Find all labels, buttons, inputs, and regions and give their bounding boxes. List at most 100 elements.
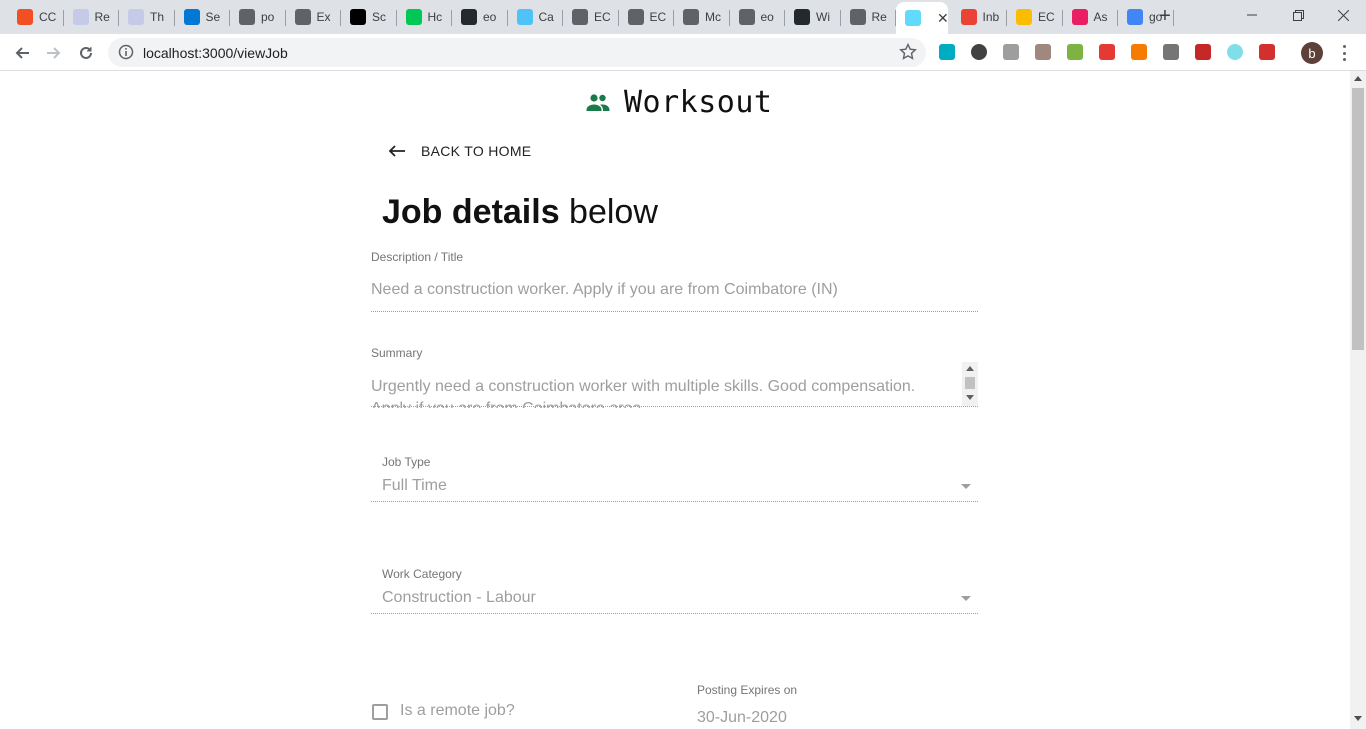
tab-active[interactable]: ✕: [896, 2, 948, 34]
job-type-select[interactable]: Full Time: [382, 477, 447, 495]
document-icon: [128, 9, 144, 25]
scroll-thumb[interactable]: [965, 377, 975, 389]
arrow-left-icon: [15, 47, 29, 59]
extension-icon[interactable]: [1195, 44, 1211, 60]
close-tab-icon[interactable]: ✕: [937, 10, 948, 27]
browser-tab[interactable]: Ca: [508, 4, 563, 30]
extension-icon[interactable]: [1259, 44, 1275, 60]
windows-logo-icon: [17, 9, 33, 25]
tab-title: CC: [39, 10, 57, 24]
restore-icon: [1292, 9, 1304, 21]
scroll-down-icon[interactable]: [966, 395, 974, 400]
new-tab-button[interactable]: +: [1155, 6, 1175, 26]
camera-icon[interactable]: [1003, 44, 1019, 60]
browser-tab[interactable]: As: [1063, 4, 1118, 30]
bookmark-star-icon[interactable]: [899, 43, 917, 61]
remote-job-checkbox[interactable]: [372, 704, 388, 720]
extension-icon[interactable]: [1067, 44, 1083, 60]
asana-icon: [1071, 9, 1088, 25]
scroll-thumb[interactable]: [1352, 88, 1364, 350]
extension-icon[interactable]: [971, 44, 987, 60]
tab-title: Hc: [427, 10, 443, 24]
pdf-icon[interactable]: [1035, 44, 1051, 60]
browser-tab[interactable]: Th: [119, 4, 175, 30]
browser-tab[interactable]: Mc: [674, 4, 730, 30]
summary-field-label: Summary: [371, 346, 423, 360]
remote-job-label[interactable]: Is a remote job?: [400, 702, 515, 720]
minimize-button[interactable]: [1229, 0, 1275, 30]
title-field-label: Description / Title: [371, 250, 464, 264]
browser-tab[interactable]: eo: [452, 4, 508, 30]
close-window-button[interactable]: [1320, 0, 1366, 30]
extension-icon[interactable]: [1163, 44, 1179, 60]
browser-tab[interactable]: Se: [175, 4, 230, 30]
browser-tab[interactable]: Wi: [785, 4, 841, 30]
browser-toolbar: localhost:3000/viewJob b: [0, 34, 1366, 71]
address-bar[interactable]: localhost:3000/viewJob: [108, 38, 926, 67]
page-title-rest: below: [559, 193, 658, 231]
tab-title: EC: [649, 10, 667, 24]
tab-title: As: [1093, 10, 1108, 24]
browser-menu-button[interactable]: [1336, 43, 1352, 63]
scroll-up-icon[interactable]: [966, 366, 974, 371]
title-field-underline: [371, 311, 978, 312]
restore-button[interactable]: [1275, 0, 1321, 30]
chevron-down-icon[interactable]: [961, 484, 971, 489]
globe-icon: [239, 9, 255, 25]
info-icon[interactable]: [118, 44, 134, 60]
reload-button[interactable]: [73, 40, 99, 66]
leaf-icon: [849, 9, 866, 25]
power-icon: [405, 9, 422, 25]
back-button[interactable]: [9, 40, 35, 66]
scroll-down-icon[interactable]: [1354, 716, 1362, 721]
browser-tab[interactable]: Ex: [286, 4, 341, 30]
extension-icon[interactable]: [1227, 44, 1243, 60]
browser-tab[interactable]: EC: [619, 4, 674, 30]
leaf-icon: [572, 9, 588, 25]
medium-icon: [350, 9, 366, 25]
browser-tab[interactable]: EC: [563, 4, 619, 30]
summary-field-underline: [371, 406, 978, 407]
react-icon: [905, 10, 921, 26]
browser-tab[interactable]: Re: [64, 4, 119, 30]
close-icon: [1337, 9, 1349, 21]
globe-icon: [738, 9, 755, 25]
browser-tab[interactable]: Re: [841, 4, 896, 30]
minimize-icon: [1247, 14, 1257, 16]
metamask-icon[interactable]: [1131, 44, 1147, 60]
work-category-underline: [371, 613, 978, 614]
browser-tab[interactable]: Inb: [952, 4, 1007, 30]
summary-textarea[interactable]: Urgently need a construction worker with…: [371, 362, 978, 408]
chevron-down-icon[interactable]: [961, 596, 971, 601]
tab-title: Ca: [538, 10, 554, 24]
slides-icon: [1016, 9, 1032, 25]
leaf-icon: [294, 9, 311, 25]
back-to-home-button[interactable]: BACK TO HOME: [388, 143, 531, 159]
profile-avatar[interactable]: b: [1301, 42, 1323, 64]
title-field[interactable]: Need a construction worker. Apply if you…: [371, 281, 838, 299]
google-icon: [1127, 9, 1143, 25]
browser-tab[interactable]: eo: [730, 4, 785, 30]
browser-tab[interactable]: EC: [1007, 4, 1063, 30]
document-icon: [72, 9, 89, 25]
tab-title: Th: [150, 10, 165, 24]
work-category-select[interactable]: Construction - Labour: [382, 589, 536, 607]
browser-tab[interactable]: CC: [8, 4, 64, 30]
tab-title: EC: [1038, 10, 1055, 24]
browser-tab[interactable]: Sc: [341, 4, 397, 30]
browser-tab[interactable]: po: [230, 4, 286, 30]
scroll-up-icon[interactable]: [1354, 76, 1362, 81]
tab-title: Sc: [372, 10, 387, 24]
page-title-bold: Job details: [382, 193, 560, 231]
arrow-left-icon: [388, 145, 405, 157]
extension-icon[interactable]: [939, 44, 955, 60]
page-scrollbar[interactable]: [1350, 71, 1366, 729]
browser-tab[interactable]: Hc: [397, 4, 452, 30]
tab-title: Re: [94, 10, 110, 24]
work-category-label: Work Category: [382, 567, 462, 581]
forward-button[interactable]: [41, 40, 67, 66]
extension-icon[interactable]: [1099, 44, 1115, 60]
summary-scrollbar[interactable]: [962, 362, 978, 406]
expires-field[interactable]: 30-Jun-2020: [697, 709, 787, 727]
tab-title: eo: [760, 10, 774, 24]
